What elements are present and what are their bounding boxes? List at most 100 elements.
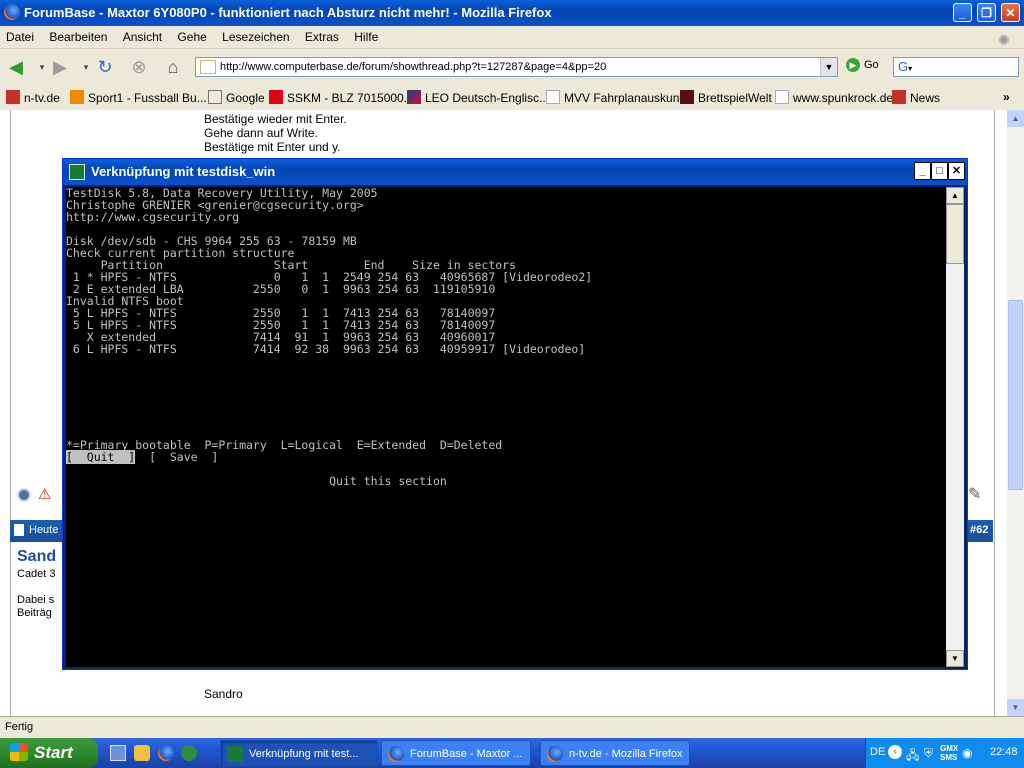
menu-bar: Datei Bearbeiten Ansicht Gehe Lesezeiche… bbox=[0, 26, 1024, 48]
menu-hilfe[interactable]: Hilfe bbox=[348, 26, 384, 48]
console-hint-row: Quit this section bbox=[66, 475, 946, 487]
post-number[interactable]: #62 bbox=[970, 524, 988, 536]
post-line-1: Bestätige wieder mit Enter. bbox=[204, 112, 347, 126]
bookmark-ntv[interactable]: n-tv.de bbox=[6, 90, 60, 105]
security-shield-icon[interactable]: ⛨ bbox=[924, 746, 933, 761]
site-icon bbox=[200, 60, 216, 74]
page-scrollbar[interactable]: ▲ ▼ bbox=[1007, 110, 1024, 716]
search-field[interactable]: G▾ bbox=[893, 57, 1019, 77]
ntv-icon bbox=[6, 90, 20, 104]
quit-button[interactable]: [ Quit ] bbox=[66, 450, 136, 464]
search-engine-icon: G bbox=[898, 59, 909, 74]
edit-post-icon[interactable]: ✎ bbox=[968, 484, 981, 504]
tray-expand-icon[interactable]: ‹ bbox=[888, 745, 902, 759]
home-icon[interactable]: ⌂ bbox=[161, 55, 185, 79]
url-field[interactable]: http://www.computerbase.de/forum/showthr… bbox=[195, 57, 838, 77]
status-bar: Fertig bbox=[0, 716, 1024, 739]
menu-ansicht[interactable]: Ansicht bbox=[117, 26, 168, 48]
menu-bearbeiten[interactable]: Bearbeiten bbox=[43, 26, 113, 48]
console-scroll-up-icon[interactable]: ▲ bbox=[946, 187, 964, 204]
go-button[interactable]: ▶ Go bbox=[846, 58, 879, 72]
taskbar-button-ntv[interactable]: n-tv.de - Mozilla Firefox bbox=[540, 740, 690, 766]
page-icon bbox=[775, 90, 789, 104]
minimize-button[interactable]: _ bbox=[953, 3, 972, 22]
firefox-icon bbox=[388, 746, 404, 762]
bookmark-leo[interactable]: LEO Deutsch-Englisc... bbox=[407, 90, 549, 105]
bookmarks-overflow-icon[interactable]: » bbox=[1003, 90, 1010, 104]
console-scroll-down-icon[interactable]: ▼ bbox=[946, 650, 964, 667]
post-username[interactable]: Sand bbox=[17, 548, 56, 566]
reload-icon[interactable]: ↻ bbox=[93, 55, 117, 79]
firefox-icon bbox=[547, 746, 563, 762]
console-close-button[interactable]: ✕ bbox=[948, 162, 965, 180]
go-label: Go bbox=[864, 58, 879, 71]
firefox-quicklaunch-icon[interactable] bbox=[158, 745, 174, 761]
save-button[interactable]: [ Save ] bbox=[149, 450, 218, 464]
bookmark-spunkrock[interactable]: www.spunkrock.de bbox=[775, 90, 893, 105]
leo-icon bbox=[407, 90, 421, 104]
post-user-posts: Beiträg bbox=[17, 607, 52, 619]
menu-gehe[interactable]: Gehe bbox=[171, 26, 212, 48]
console-shortcut-icon bbox=[69, 164, 85, 180]
bookmark-sport1[interactable]: Sport1 - Fussball Bu... bbox=[70, 90, 207, 105]
sport1-icon bbox=[70, 90, 84, 104]
start-button[interactable]: Start bbox=[0, 738, 98, 768]
system-tray: DE ‹ 🖧 ⛨ GMX SMS ◉ 22:48 bbox=[865, 738, 1024, 768]
tray-app-icon[interactable]: ◉ bbox=[962, 746, 972, 760]
browser-title-bar: ForumBase - Maxtor 6Y080P0 - funktionier… bbox=[0, 0, 1024, 26]
bookmark-brettspielwelt[interactable]: BrettspielWelt bbox=[680, 90, 772, 105]
post-line-3: Bestätige mit Enter und y. bbox=[204, 140, 341, 154]
network-icon[interactable]: 🖧 bbox=[906, 746, 919, 767]
taskbar-button-console[interactable]: Verknüpfung mit test... bbox=[220, 740, 378, 766]
console-maximize-button[interactable]: □ bbox=[931, 162, 948, 180]
quicklaunch-app-icon[interactable] bbox=[134, 745, 150, 761]
testdisk-console-window[interactable]: Verknüpfung mit testdisk_win _ □ ✕ TestD… bbox=[62, 158, 968, 670]
quicklaunch-refresh-icon[interactable] bbox=[181, 745, 197, 761]
status-text: Fertig bbox=[5, 721, 34, 733]
bookmark-sskm[interactable]: SSKM - BLZ 7015000... bbox=[269, 90, 414, 105]
gmx-sms-icon[interactable]: GMX SMS bbox=[940, 744, 958, 762]
stop-icon[interactable]: ⊗ bbox=[127, 55, 151, 79]
go-icon: ▶ bbox=[846, 58, 860, 72]
taskbar: Start Verknüpfung mit test... ForumBase … bbox=[0, 738, 1024, 768]
console-line: http://www.cgsecurity.org bbox=[66, 210, 240, 224]
online-status-icon bbox=[17, 488, 31, 502]
language-indicator[interactable]: DE bbox=[870, 746, 885, 758]
bookmark-google[interactable]: Google bbox=[208, 90, 265, 105]
post-date: Heute bbox=[29, 524, 59, 536]
console-scrollbar[interactable]: ▲ ▼ bbox=[946, 187, 964, 667]
restore-button[interactable]: ❐ bbox=[977, 3, 996, 22]
console-minimize-button[interactable]: _ bbox=[914, 162, 931, 180]
show-desktop-icon[interactable] bbox=[110, 745, 126, 761]
bookmark-news[interactable]: News bbox=[892, 90, 940, 105]
scroll-up-icon[interactable]: ▲ bbox=[1007, 110, 1024, 127]
bookmark-mvv[interactable]: MVV Fahrplanauskunft bbox=[546, 90, 686, 105]
console-scrollbar-thumb[interactable] bbox=[946, 204, 964, 264]
ntv-icon bbox=[892, 90, 906, 104]
console-hint: Quit this section bbox=[329, 474, 447, 488]
menu-extras[interactable]: Extras bbox=[299, 26, 345, 48]
menu-datei[interactable]: Datei bbox=[0, 26, 40, 48]
taskbar-button-forumbase[interactable]: ForumBase - Maxtor ... bbox=[381, 740, 531, 766]
back-icon[interactable]: ◀ bbox=[4, 55, 28, 79]
menu-lesezeichen[interactable]: Lesezeichen bbox=[216, 26, 295, 48]
throbber-icon: ✺ bbox=[998, 32, 1010, 48]
post-signature: Sandro bbox=[204, 687, 243, 701]
clock[interactable]: 22:48 bbox=[990, 746, 1018, 758]
scroll-down-icon[interactable]: ▼ bbox=[1007, 699, 1024, 716]
page-scrollbar-thumb[interactable] bbox=[1008, 300, 1023, 490]
browser-title: ForumBase - Maxtor 6Y080P0 - funktionier… bbox=[24, 5, 552, 20]
console-title-bar[interactable]: Verknüpfung mit testdisk_win _ □ ✕ bbox=[63, 159, 967, 185]
google-icon bbox=[208, 90, 222, 104]
report-post-icon[interactable]: ⚠ bbox=[38, 485, 51, 503]
forward-icon[interactable]: ▶ bbox=[48, 55, 72, 79]
post-user-rank: Cadet 3 bbox=[17, 568, 56, 580]
console-text: TestDisk 5.8, Data Recovery Utility, May… bbox=[66, 187, 946, 451]
console-line: 6 L HPFS - NTFS 7414 92 38 9963 254 63 4… bbox=[72, 342, 586, 356]
post-icon bbox=[14, 524, 24, 536]
url-dropdown-icon[interactable]: ▼ bbox=[820, 58, 837, 76]
bookmarks-toolbar: n-tv.de Sport1 - Fussball Bu... Google S… bbox=[0, 86, 1024, 111]
sparkasse-icon bbox=[269, 90, 283, 104]
page-icon bbox=[546, 90, 560, 104]
close-button[interactable]: ✕ bbox=[1001, 3, 1020, 22]
